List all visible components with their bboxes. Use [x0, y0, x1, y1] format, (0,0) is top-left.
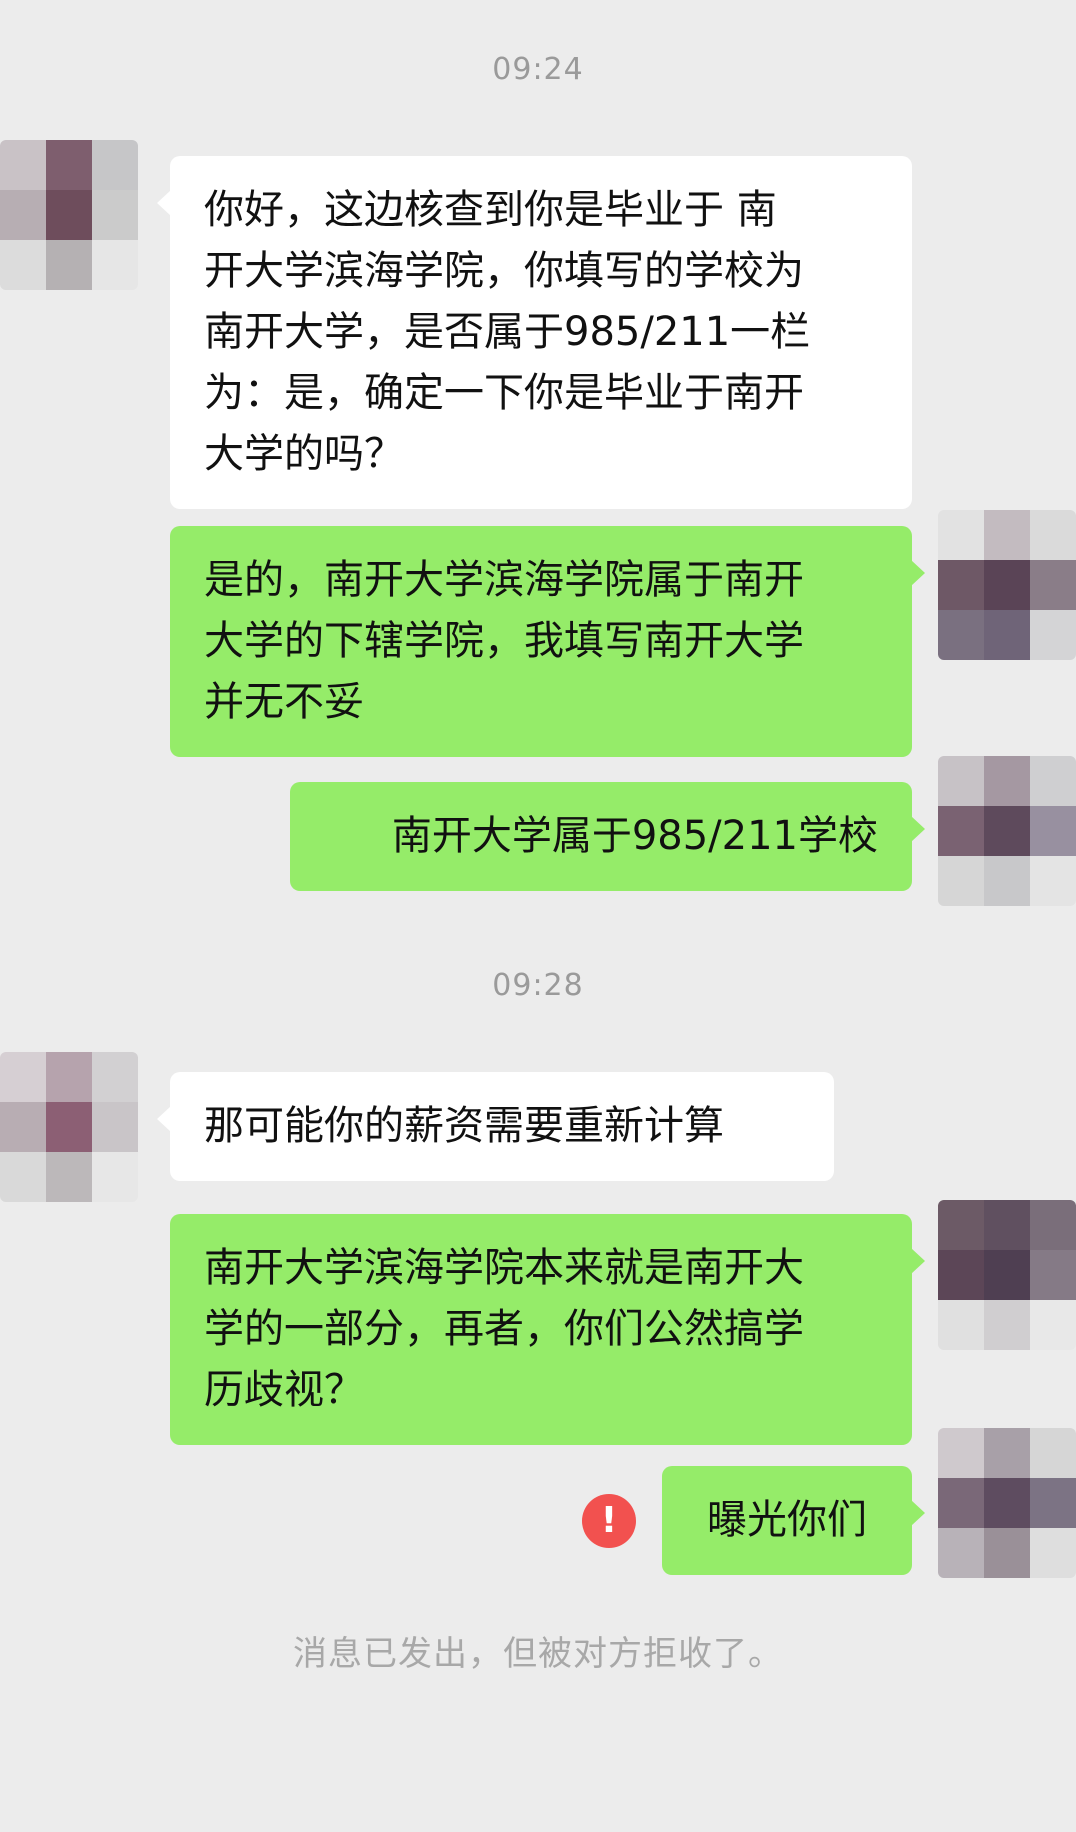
message-line: 大学的下辖学院，我填写南开大学	[204, 618, 804, 664]
message-line: 历歧视？	[204, 1367, 364, 1413]
bubble-tail	[911, 1248, 925, 1274]
message-line: 南开大学属于985/211学校	[391, 813, 878, 859]
message-line: 大学的吗？	[204, 431, 404, 477]
contact-avatar[interactable]	[0, 140, 138, 290]
message-bubble-outgoing[interactable]: 是的，南开大学滨海学院属于南开 大学的下辖学院，我填写南开大学 并无不妥	[170, 526, 925, 757]
bubble-tail	[911, 560, 925, 586]
message-line: 学的一部分，再者，你们公然搞学	[204, 1306, 804, 1352]
message-line: 是的，南开大学滨海学院属于南开	[204, 557, 804, 603]
bubble-tail	[911, 1500, 925, 1526]
message-line: 那可能你的薪资需要重新计算	[204, 1103, 724, 1149]
timestamp: 09:28	[492, 968, 584, 1003]
my-avatar[interactable]	[938, 1428, 1076, 1578]
message-bubble-incoming[interactable]: 你好，这边核查到你是毕业于 南 开大学滨海学院，你填写的学校为 南开大学，是否属…	[157, 156, 912, 509]
message-bubble-outgoing[interactable]: 曝光你们	[662, 1466, 925, 1575]
message-bubble-outgoing[interactable]: 南开大学属于985/211学校	[290, 782, 925, 891]
contact-avatar[interactable]	[0, 1052, 138, 1202]
bubble-tail	[157, 190, 171, 216]
my-avatar[interactable]	[938, 510, 1076, 660]
message-bubble-incoming[interactable]: 那可能你的薪资需要重新计算	[157, 1072, 834, 1181]
bubble-tail	[157, 1106, 171, 1132]
message-line: 南开大学，是否属于985/211一栏	[204, 309, 811, 355]
message-line: 你好，这边核查到你是毕业于 南	[204, 187, 777, 233]
message-line: 为：是，确定一下你是毕业于南开	[204, 370, 804, 416]
message-line: 并无不妥	[204, 679, 364, 725]
message-line: 曝光你们	[707, 1497, 867, 1543]
bubble-tail	[911, 816, 925, 842]
send-failed-icon[interactable]: !	[582, 1494, 636, 1548]
message-line: 南开大学滨海学院本来就是南开大	[204, 1245, 804, 1291]
my-avatar[interactable]	[938, 756, 1076, 906]
message-line: 开大学滨海学院，你填写的学校为	[204, 248, 804, 294]
message-rejected-notice: 消息已发出，但被对方拒收了。	[293, 1634, 783, 1674]
timestamp: 09:24	[492, 52, 584, 87]
my-avatar[interactable]	[938, 1200, 1076, 1350]
message-bubble-outgoing[interactable]: 南开大学滨海学院本来就是南开大 学的一部分，再者，你们公然搞学 历歧视？	[170, 1214, 925, 1445]
